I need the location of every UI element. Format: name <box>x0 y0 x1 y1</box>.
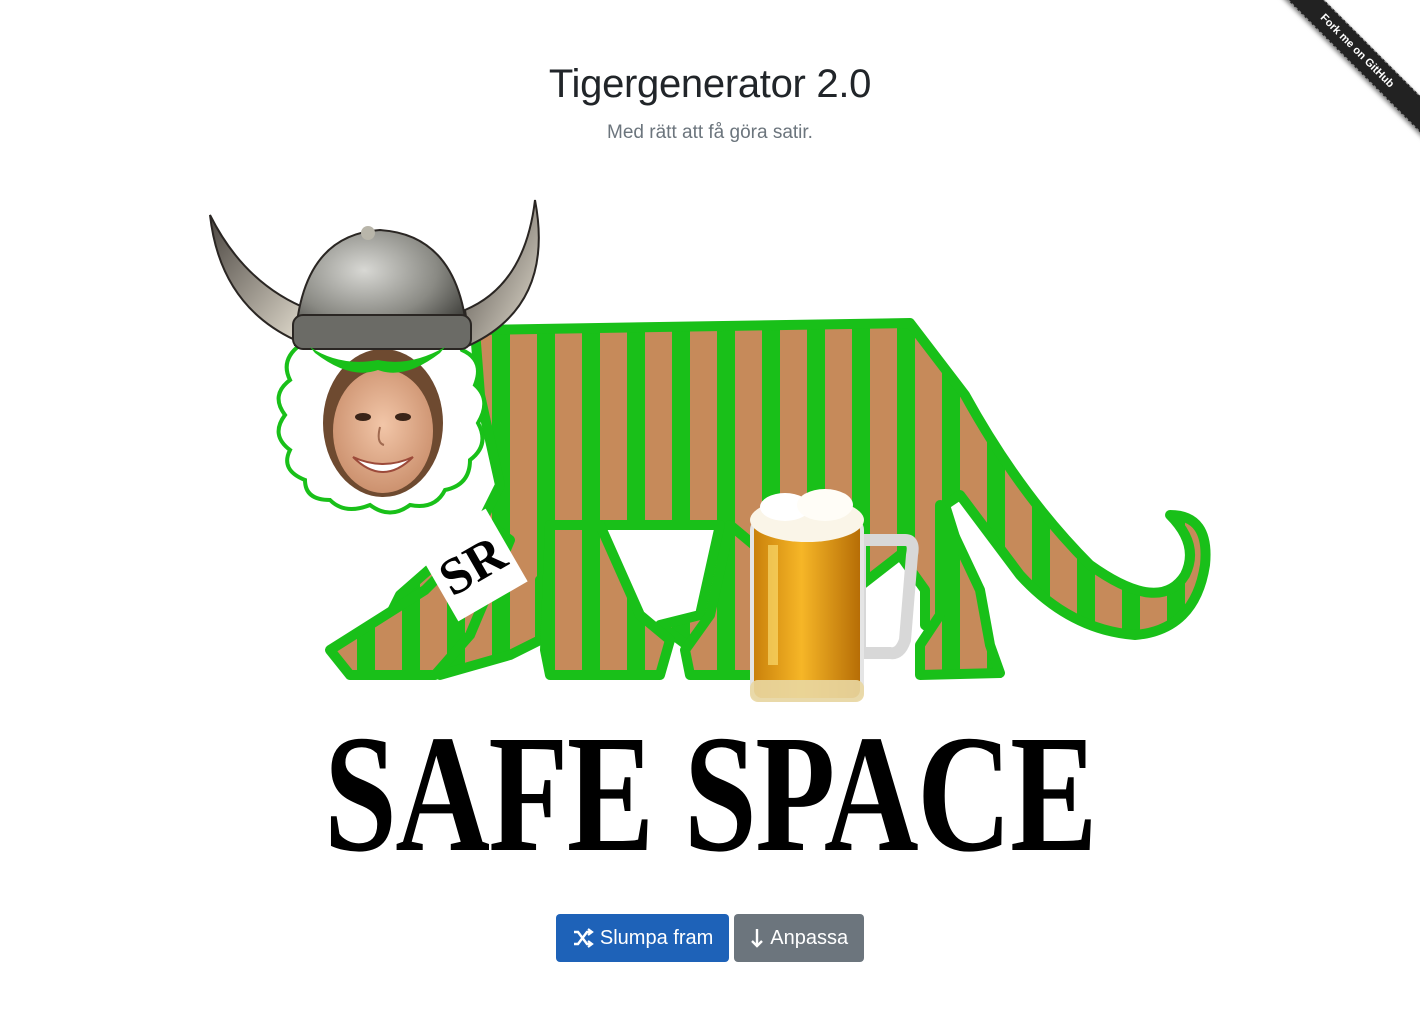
shuffle-icon <box>573 928 594 948</box>
arrow-down-icon <box>751 929 764 948</box>
customize-button[interactable]: Anpassa <box>734 914 865 962</box>
action-buttons: Slumpa fram Anpassa <box>0 914 1420 962</box>
page: Tigergenerator 2.0 Med rätt att få göra … <box>0 0 1420 1027</box>
fork-on-github-link[interactable]: Fork me on GitHub <box>1270 0 1420 142</box>
slogan-text: SAFE SPACE <box>323 701 1098 887</box>
shuffle-button[interactable]: Slumpa fram <box>555 914 730 962</box>
shuffle-button-label: Slumpa fram <box>599 926 714 949</box>
page-title: Tigergenerator 2.0 <box>548 62 872 106</box>
customize-button-label: Anpassa <box>770 926 849 949</box>
github-ribbon-container: Fork me on GitHub <box>1270 0 1420 150</box>
page-subtitle: Med rätt att få göra satir. <box>607 122 813 143</box>
